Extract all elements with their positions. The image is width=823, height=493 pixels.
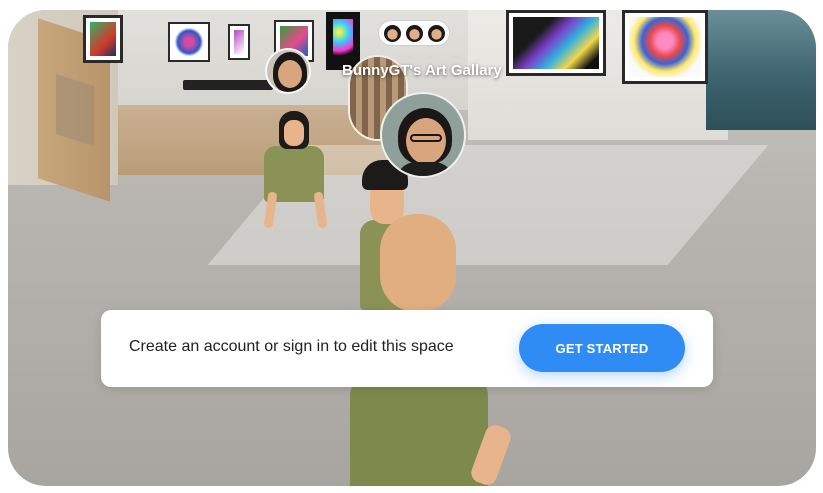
doorway	[56, 73, 94, 147]
gallery-bench	[183, 80, 273, 90]
ocean-view	[706, 10, 816, 130]
artwork-frame[interactable]	[506, 10, 606, 76]
participant-avatar	[383, 24, 402, 43]
space-title: BunnyGT's Art Gallary	[342, 62, 502, 79]
virtual-space-viewport[interactable]: BunnyGT's Art Gallary	[8, 10, 816, 486]
participant-video-bubble[interactable]	[265, 48, 311, 94]
participant-avatar	[405, 24, 424, 43]
participants-pill[interactable]	[378, 20, 450, 46]
artwork-frame[interactable]	[83, 15, 123, 63]
artwork-frame[interactable]	[168, 22, 210, 62]
artwork-frame[interactable]	[228, 24, 250, 60]
get-started-button[interactable]: GET STARTED	[519, 324, 685, 372]
sign-in-message: Create an account or sign in to edit thi…	[129, 338, 454, 355]
participant-avatar	[427, 24, 446, 43]
sign-in-banner: Create an account or sign in to edit thi…	[101, 310, 713, 387]
participant-video-bubble[interactable]	[380, 92, 466, 178]
artwork-frame[interactable]	[622, 10, 708, 84]
